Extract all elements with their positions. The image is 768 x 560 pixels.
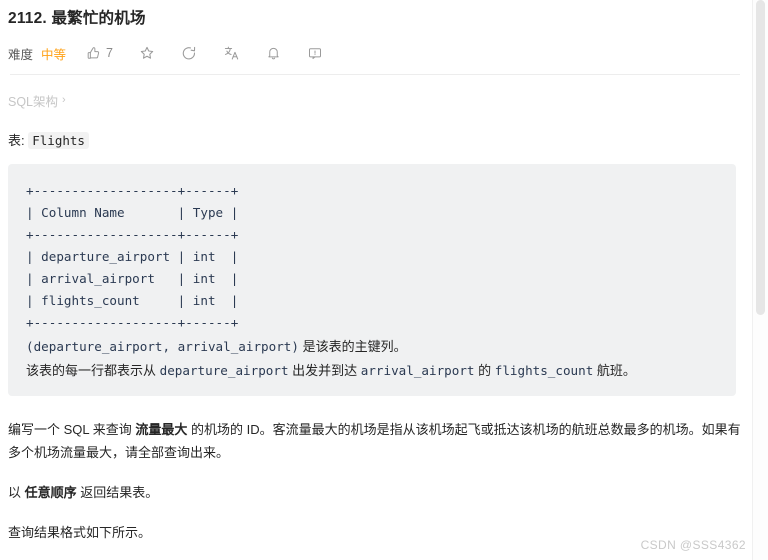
description-paragraph-2: 以 任意顺序 返回结果表。 (8, 481, 742, 504)
table-prefix-label: 表: (8, 133, 25, 148)
vertical-scrollbar-track[interactable] (752, 0, 768, 560)
problem-meta-row: 难度 中等 7 (8, 38, 742, 68)
share-button[interactable] (181, 45, 197, 61)
problem-content: 2112. 最繁忙的机场 难度 中等 7 SQL架构 › 表: Flights … (0, 0, 752, 544)
bell-icon (266, 45, 281, 61)
schema-ascii-table: +-------------------+------+ | Column Na… (26, 183, 239, 330)
vertical-scrollbar-thumb[interactable] (756, 0, 765, 315)
circle-arrow-icon (181, 45, 197, 61)
schema-note-row-meaning: 该表的每一行都表示从 departure_airport 出发并到达 arriv… (26, 360, 736, 382)
like-button[interactable]: 7 (86, 46, 113, 61)
description-paragraph-3: 查询结果格式如下所示。 (8, 525, 152, 540)
favorite-button[interactable] (139, 45, 155, 61)
row-meaning-a: 该表的每一行都表示从 (26, 363, 160, 378)
difficulty-badge: 中等 (41, 47, 67, 62)
arrival-airport-code: arrival_airport (360, 363, 475, 378)
star-icon (139, 45, 155, 61)
feedback-button[interactable] (307, 46, 323, 61)
desc-p2-bold: 任意顺序 (24, 485, 77, 500)
primary-key-columns: (departure_airport, arrival_airport) (26, 339, 299, 354)
difficulty-label: 难度 (8, 47, 34, 62)
sql-schema-toggle[interactable]: SQL架构 › (8, 91, 66, 110)
like-count: 7 (106, 46, 113, 60)
thumbs-up-icon (86, 46, 101, 61)
flights-count-code: flights_count (494, 363, 594, 378)
table-name-line: 表: Flights (8, 131, 742, 151)
page-title: 2112. 最繁忙的机场 (8, 10, 146, 27)
row-meaning-b: 出发并到达 (288, 363, 361, 378)
sql-schema-label: SQL架构 (8, 95, 59, 109)
desc-p2-a: 以 (8, 485, 25, 500)
header-divider (10, 74, 740, 75)
row-meaning-d: 航班。 (593, 363, 636, 378)
desc-p1-bold: 流量最大 (135, 422, 188, 437)
desc-p2-b: 返回结果表。 (76, 485, 159, 500)
row-meaning-c: 的 (474, 363, 495, 378)
translate-button[interactable] (223, 45, 240, 61)
description-paragraph-1: 编写一个 SQL 来查询 流量最大 的机场的 ID。客流量最大的机场是指从该机场… (8, 418, 742, 464)
chevron-right-icon: › (62, 94, 66, 106)
translate-icon (223, 45, 240, 61)
page-title-row: 2112. 最繁忙的机场 (8, 0, 742, 30)
departure-airport-code: departure_airport (159, 363, 289, 378)
notification-button[interactable] (266, 45, 281, 61)
table-name-code: Flights (28, 132, 89, 149)
schema-note-primary-key: (departure_airport, arrival_airport) 是该表… (26, 336, 736, 358)
watermark: CSDN @SSS4362 (640, 538, 746, 552)
problem-scroll-container[interactable]: 2112. 最繁忙的机场 难度 中等 7 SQL架构 › 表: Flights … (0, 0, 752, 560)
primary-key-text: 是该表的主键列。 (298, 339, 407, 354)
schema-code-block: +-------------------+------+ | Column Na… (8, 164, 736, 396)
comment-icon (307, 46, 323, 61)
desc-p1-a: 编写一个 SQL 来查询 (8, 422, 136, 437)
